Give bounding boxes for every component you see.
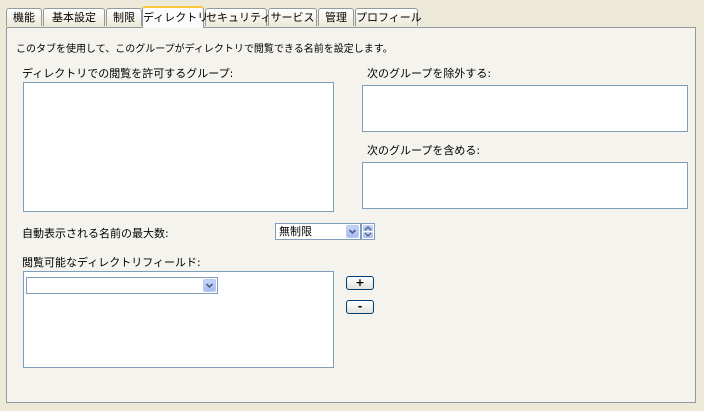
description-text: このタブを使用して、このグループがディレクトリで閲覧できる名前を設定します。: [16, 44, 393, 55]
spin-up-icon[interactable]: [363, 225, 373, 231]
exclude-groups-label: 次のグループを除外する:: [367, 67, 492, 80]
tab-features[interactable]: 機能: [6, 8, 42, 26]
fields-label: 閲覧可能なディレクトリフィールド:: [22, 256, 201, 269]
chevron-down-icon[interactable]: [203, 279, 216, 292]
remove-field-button[interactable]: -: [346, 300, 374, 314]
tab-security[interactable]: セキュリティ: [205, 8, 271, 26]
tab-management[interactable]: 管理: [318, 8, 354, 26]
add-field-button[interactable]: +: [346, 276, 374, 290]
allow-groups-label: ディレクトリでの閲覧を許可するグループ:: [22, 67, 234, 80]
tab-panel: このタブを使用して、このグループがディレクトリで閲覧できる名前を設定します。 デ…: [6, 27, 696, 403]
chevron-down-icon[interactable]: [346, 225, 359, 238]
fields-select[interactable]: [26, 277, 218, 294]
allow-groups-list[interactable]: [23, 82, 334, 212]
max-names-spinner[interactable]: [361, 223, 375, 240]
tab-basic-settings[interactable]: 基本設定: [43, 8, 105, 26]
spin-down-icon[interactable]: [363, 232, 373, 238]
max-names-value: 無制限: [279, 225, 312, 238]
tab-directory[interactable]: ディレクトリ: [142, 6, 208, 28]
tab-restrictions[interactable]: 制限: [106, 8, 142, 26]
include-groups-list[interactable]: [362, 162, 688, 209]
tab-profile[interactable]: プロフィール: [355, 8, 422, 26]
include-groups-label: 次のグループを含める:: [367, 144, 481, 157]
exclude-groups-list[interactable]: [362, 85, 688, 132]
tab-services[interactable]: サービス: [268, 8, 317, 26]
fields-list[interactable]: [23, 271, 334, 368]
max-names-label: 自動表示される名前の最大数:: [22, 227, 169, 240]
max-names-select[interactable]: 無制限: [275, 223, 361, 240]
